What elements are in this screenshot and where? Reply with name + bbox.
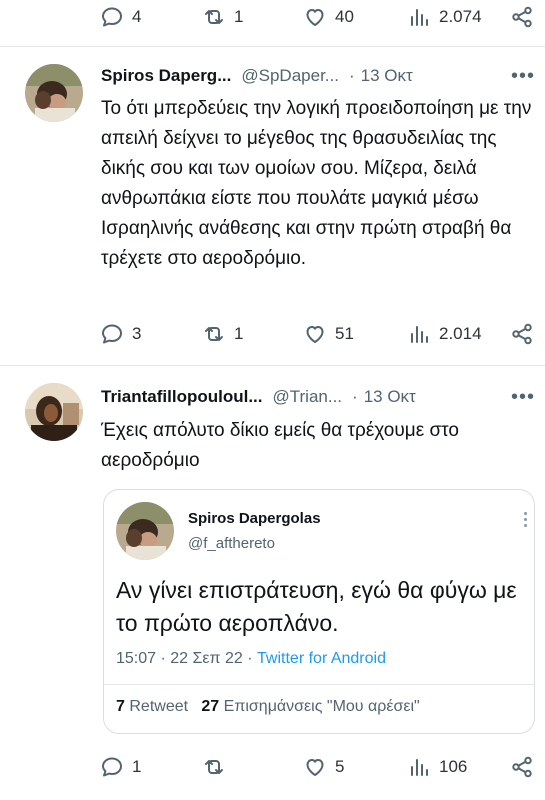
views-button[interactable]: 2.074 <box>407 5 482 29</box>
like-count: 40 <box>335 7 354 26</box>
share-button[interactable] <box>510 322 534 346</box>
quoted-retweets-count: 7 <box>116 698 125 715</box>
top-tweet-actions: 4 1 40 2.074 <box>100 0 540 34</box>
user-handle[interactable]: @Trian... <box>273 387 343 407</box>
views-icon <box>411 326 428 343</box>
views-icon <box>411 759 428 776</box>
reply-button[interactable]: 1 <box>100 755 141 779</box>
share-icon <box>512 6 532 28</box>
separator-dot: · <box>348 66 355 85</box>
reply-button[interactable]: 4 <box>100 5 141 29</box>
tweet-text: Έχεις απόλυτο δίκιο εμείς θα τρέχουμε στ… <box>101 420 459 471</box>
quoted-avatar[interactable] <box>116 502 174 560</box>
quoted-likes-label[interactable]: Επισημάνσεις "Μου αρέσει" <box>224 698 420 715</box>
timestamp[interactable]: 13 Οκτ <box>364 387 416 407</box>
tweet-actions: 3 1 51 2.014 <box>100 317 540 351</box>
like-icon <box>306 326 324 343</box>
views-count: 2.014 <box>439 324 482 343</box>
reply-icon <box>102 757 122 777</box>
avatar[interactable] <box>25 64 83 122</box>
like-button[interactable]: 40 <box>303 5 354 29</box>
retweet-button[interactable] <box>202 755 234 779</box>
retweet-icon <box>205 327 223 341</box>
retweet-button[interactable]: 1 <box>202 322 243 346</box>
tweet-actions: 1 5 106 <box>100 750 540 784</box>
quoted-datetime: 15:07 · 22 Σεπ 22 · <box>116 650 258 667</box>
views-button[interactable]: 2.014 <box>407 322 482 346</box>
reply-button[interactable]: 3 <box>100 322 141 346</box>
reply-icon <box>102 324 122 344</box>
like-button[interactable]: 5 <box>303 755 344 779</box>
quoted-tweet-card[interactable]: Spiros Dapergolas @f_afthereto Αν γίνει … <box>103 489 535 734</box>
quoted-retweets-label[interactable]: Retweet <box>129 698 188 715</box>
share-button[interactable] <box>510 755 534 779</box>
more-options-icon[interactable]: ••• <box>511 65 535 88</box>
retweet-count: 1 <box>234 324 244 343</box>
quoted-client-link[interactable]: Twitter for Android <box>257 650 386 667</box>
retweet-icon <box>205 760 223 774</box>
reply-count: 3 <box>132 324 142 343</box>
display-name[interactable]: Triantafillopouloul... <box>101 387 263 407</box>
tweet-text: Το ότι μπερδεύεις την λογική προειδοποίη… <box>101 98 532 269</box>
views-count: 106 <box>439 757 468 776</box>
retweet-count: 1 <box>234 7 244 26</box>
like-count: 5 <box>335 757 345 776</box>
quoted-likes-count: 27 <box>201 698 220 715</box>
user-handle[interactable]: @SpDaper... <box>241 66 339 86</box>
quoted-stats: 7 Retweet 27 Επισημάνσεις "Μου αρέσει" <box>116 698 420 716</box>
like-count: 51 <box>335 324 354 343</box>
quoted-user-handle[interactable]: @f_afthereto <box>188 535 275 552</box>
quoted-divider <box>104 684 534 685</box>
retweet-icon <box>205 10 223 24</box>
reply-count: 4 <box>132 7 142 26</box>
reply-icon <box>102 7 122 27</box>
share-icon <box>512 323 532 345</box>
like-button[interactable]: 51 <box>303 322 354 346</box>
quoted-display-name[interactable]: Spiros Dapergolas <box>188 510 321 527</box>
tweet-header: Spiros Daperg... @SpDaper... · 13 Οκτ ••… <box>101 62 535 90</box>
more-options-icon[interactable]: ••• <box>511 386 535 409</box>
views-button[interactable]: 106 <box>407 755 467 779</box>
views-count: 2.074 <box>439 7 482 26</box>
timestamp[interactable]: 13 Οκτ <box>361 66 413 86</box>
avatar[interactable] <box>25 383 83 441</box>
retweet-button[interactable]: 1 <box>202 5 243 29</box>
like-icon <box>306 759 324 776</box>
share-icon <box>512 756 532 778</box>
separator-dot: · <box>352 387 358 406</box>
like-icon <box>306 9 324 26</box>
quoted-tweet-meta: 15:07 · 22 Σεπ 22 · Twitter for Android <box>116 650 386 668</box>
share-button[interactable] <box>510 5 534 29</box>
display-name[interactable]: Spiros Daperg... <box>101 66 231 86</box>
reply-count: 1 <box>132 757 142 776</box>
quoted-tweet-text: Αν γίνει επιστράτευση, εγώ θα φύγω με το… <box>116 577 517 636</box>
tweet-header: Triantafillopouloul... @Trian... · 13 Οκ… <box>101 383 535 411</box>
tweet[interactable]: Spiros Daperg... @SpDaper... · 13 Οκτ ••… <box>0 47 545 365</box>
views-icon <box>411 9 428 26</box>
quoted-more-icon[interactable] <box>524 512 528 530</box>
